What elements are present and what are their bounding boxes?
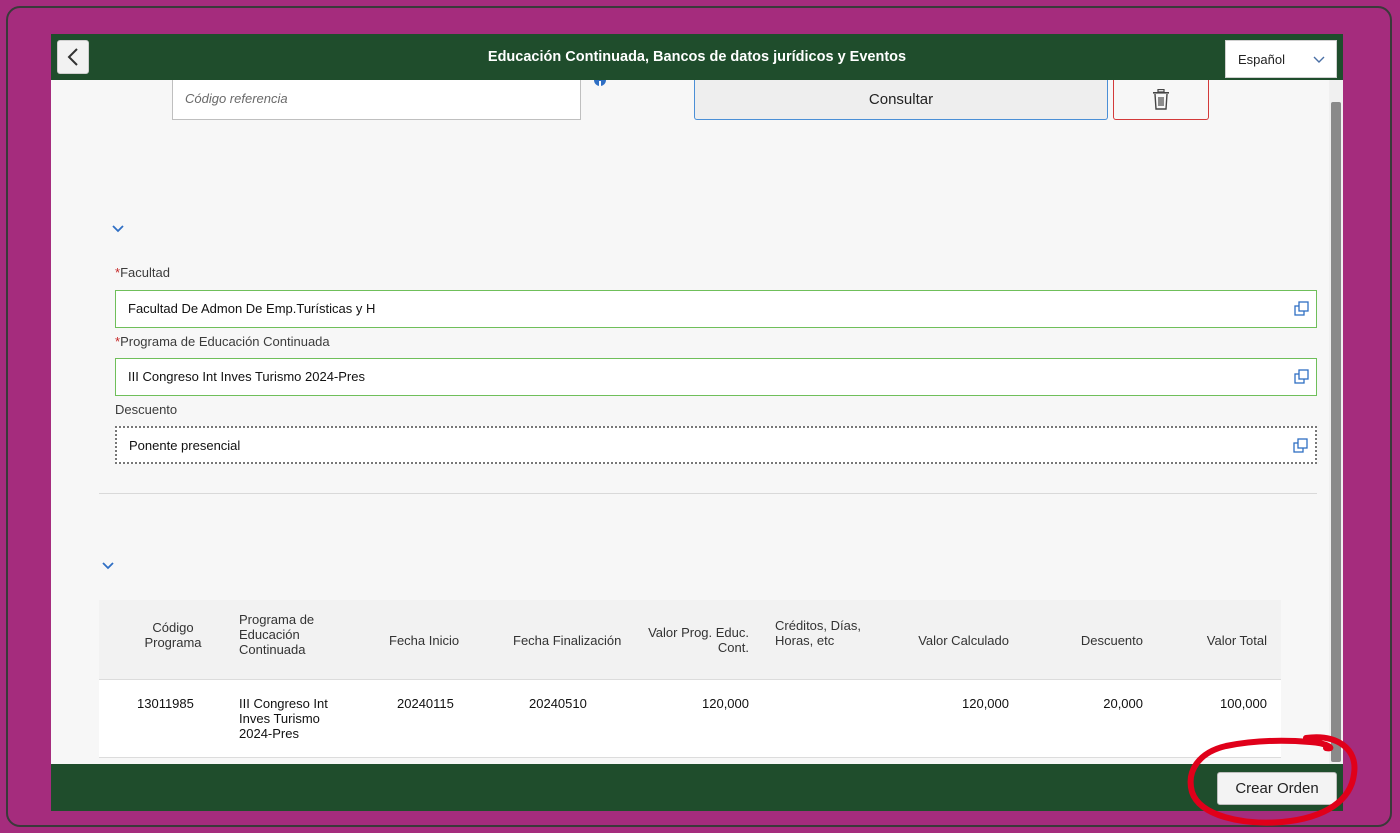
delete-button[interactable] xyxy=(1113,80,1209,120)
cell-codigo: 13011985 xyxy=(137,696,194,711)
facultad-value: Facultad De Admon De Emp.Turísticas y H xyxy=(128,301,376,316)
column-header: Código Programa xyxy=(144,620,202,650)
column-header: Programa de Educación Continuada xyxy=(239,612,315,657)
reference-code-input[interactable]: Código referencia xyxy=(172,80,581,120)
descuento-field[interactable]: Ponente presencial xyxy=(115,426,1317,464)
section-collapse-chevron-icon[interactable] xyxy=(111,224,125,234)
section-collapse-chevron-icon[interactable] xyxy=(101,561,115,571)
descuento-value: Ponente presencial xyxy=(129,438,241,453)
info-icon[interactable] xyxy=(593,80,607,90)
main-content: Código referencia Consultar *Facultad Fa… xyxy=(51,80,1329,764)
results-table: Código Programa Programa de Educación Co… xyxy=(99,600,1281,758)
app-header: Educación Continuada, Bancos de datos ju… xyxy=(51,34,1343,80)
chevron-down-icon xyxy=(1313,56,1325,63)
reference-code-placeholder: Código referencia xyxy=(185,91,288,106)
app-window: Educación Continuada, Bancos de datos ju… xyxy=(51,34,1343,811)
cell-valor-calc: 120,000 xyxy=(962,696,1009,711)
column-header: Descuento xyxy=(1080,633,1143,648)
programa-label: *Programa de Educación Continuada xyxy=(115,334,330,349)
vertical-scrollbar[interactable] xyxy=(1329,80,1343,764)
facultad-label: *Facultad xyxy=(115,265,170,280)
value-help-icon[interactable] xyxy=(1294,369,1310,385)
value-help-icon[interactable] xyxy=(1294,301,1310,317)
descuento-label: Descuento xyxy=(115,402,178,417)
column-header: Créditos, Días, Horas, etc xyxy=(775,618,861,648)
cell-fecha-inicio: 20240115 xyxy=(397,696,454,711)
column-header: Valor Total xyxy=(1206,633,1267,648)
facultad-field[interactable]: Facultad De Admon De Emp.Turísticas y H xyxy=(115,290,1317,328)
row-divider xyxy=(99,757,1281,758)
programa-value: III Congreso Int Inves Turismo 2024-Pres xyxy=(128,369,365,384)
language-select[interactable]: Español xyxy=(1225,40,1337,78)
programa-field[interactable]: III Congreso Int Inves Turismo 2024-Pres xyxy=(115,358,1317,396)
column-header: Valor Prog. Educ. Cont. xyxy=(648,625,749,655)
language-value: Español xyxy=(1238,51,1285,67)
cell-descuento: 20,000 xyxy=(1103,696,1143,711)
trash-icon xyxy=(1153,88,1169,110)
footer-bar: Crear Orden xyxy=(51,764,1343,811)
column-header: Fecha Inicio xyxy=(389,633,460,648)
value-help-icon[interactable] xyxy=(1293,438,1309,454)
crear-orden-button[interactable]: Crear Orden xyxy=(1217,772,1337,805)
page-title: Educación Continuada, Bancos de datos ju… xyxy=(487,49,907,65)
cell-fecha-fin: 20240510 xyxy=(529,696,587,711)
chevron-left-icon xyxy=(67,48,78,66)
cell-programa: III Congreso Int Inves Turismo 2024-Pres xyxy=(239,696,328,741)
column-header: Valor Calculado xyxy=(918,633,1009,648)
back-button[interactable] xyxy=(57,40,89,74)
cell-valor-prog: 120,000 xyxy=(702,696,749,711)
section-divider xyxy=(99,493,1317,494)
scrollbar-thumb[interactable] xyxy=(1331,102,1341,762)
cell-valor-total: 100,000 xyxy=(1220,696,1267,711)
table-header: Código Programa Programa de Educación Co… xyxy=(99,600,1281,680)
consultar-button[interactable]: Consultar xyxy=(694,80,1108,120)
